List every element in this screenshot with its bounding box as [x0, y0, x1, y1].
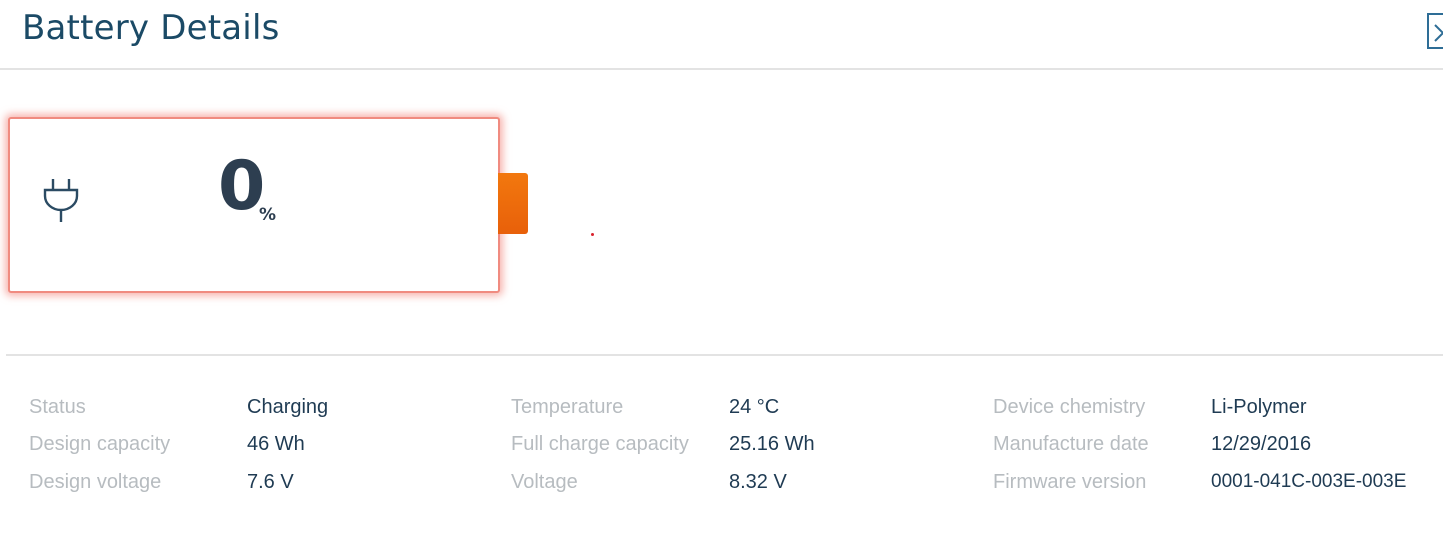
voltage-value: 8.32 V	[729, 471, 787, 493]
header-divider	[0, 68, 1443, 70]
design-voltage-value: 7.6 V	[247, 471, 294, 493]
full-charge-capacity-label: Full charge capacity	[511, 433, 689, 455]
section-divider	[6, 354, 1443, 356]
battery-gauge: 0 %	[8, 117, 500, 293]
plug-icon	[43, 179, 79, 222]
device-chemistry-value: Li-Polymer	[1211, 396, 1307, 418]
manufacture-date-label: Manufacture date	[993, 433, 1149, 455]
battery-percent-unit: %	[259, 205, 277, 225]
temperature-value: 24 °C	[729, 396, 780, 418]
full-charge-capacity-value: 25.16 Wh	[729, 433, 815, 455]
device-chemistry-label: Device chemistry	[993, 396, 1146, 418]
voltage-label: Voltage	[511, 471, 578, 493]
firmware-version-label: Firmware version	[993, 471, 1147, 493]
design-capacity-label: Design capacity	[29, 433, 171, 455]
battery-details-window: Battery Details 0 % Status Charging Desi…	[0, 0, 1443, 534]
manufacture-date-value: 12/29/2016	[1211, 433, 1312, 455]
red-dot	[591, 233, 594, 236]
temperature-label: Temperature	[511, 396, 624, 418]
close-button[interactable]	[1427, 13, 1443, 49]
design-voltage-label: Design voltage	[29, 471, 162, 493]
status-value: Charging	[247, 396, 329, 418]
firmware-version-value: 0001-041C-003E-003E	[1211, 471, 1407, 492]
status-label: Status	[29, 396, 86, 418]
design-capacity-value: 46 Wh	[247, 433, 305, 455]
close-icon	[1434, 24, 1443, 42]
page-title: Battery Details	[22, 8, 280, 48]
battery-terminal	[498, 173, 528, 234]
